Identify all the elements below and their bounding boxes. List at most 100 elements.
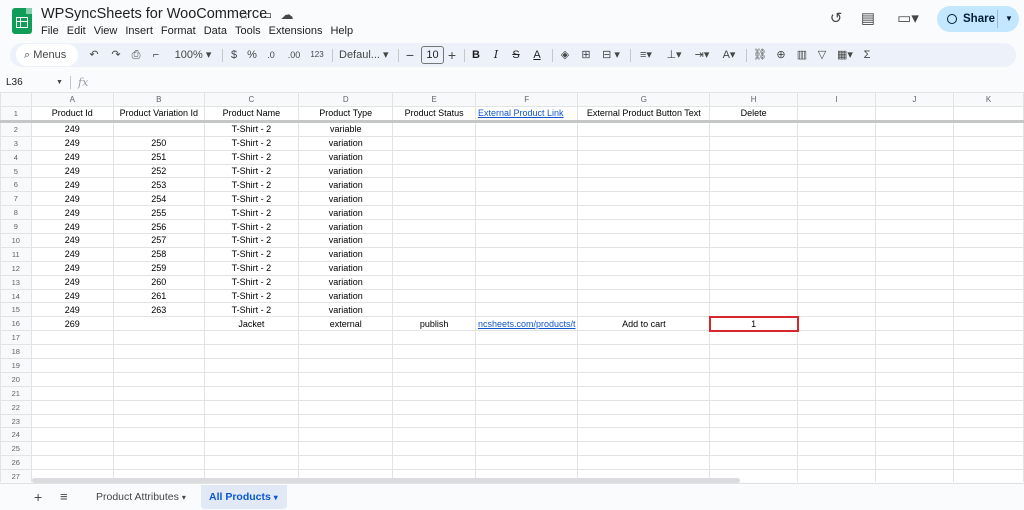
- cell-f1[interactable]: External Product Link: [474, 106, 579, 123]
- italic-icon[interactable]: I: [490, 43, 502, 67]
- cell-a13[interactable]: 249: [30, 274, 114, 290]
- cell-j11[interactable]: [874, 246, 955, 262]
- cell-k25[interactable]: [953, 441, 1024, 457]
- cell-i25[interactable]: [797, 441, 876, 457]
- cell-i15[interactable]: [797, 302, 876, 318]
- cell-f14[interactable]: [474, 288, 579, 304]
- cell-g18[interactable]: [577, 344, 711, 360]
- cell-f6[interactable]: [474, 177, 579, 193]
- cell-e3[interactable]: [392, 135, 476, 151]
- font-family-select[interactable]: Defaul... ▾: [339, 43, 393, 67]
- menu-help[interactable]: Help: [327, 24, 356, 38]
- cell-h5[interactable]: [709, 163, 799, 179]
- cell-d8[interactable]: variation: [298, 205, 394, 221]
- cell-f16[interactable]: ncsheets.com/products/t: [474, 316, 579, 332]
- cell-h21[interactable]: [709, 385, 799, 401]
- row-header[interactable]: 16: [0, 316, 32, 332]
- merge-cells-icon[interactable]: ⊟ ▾: [598, 43, 624, 67]
- cell-g12[interactable]: [577, 260, 711, 276]
- cell-k24[interactable]: [953, 427, 1024, 443]
- cell-e25[interactable]: [392, 441, 476, 457]
- row-header[interactable]: 3: [0, 135, 32, 151]
- cell-f20[interactable]: [474, 371, 579, 387]
- cell-d1[interactable]: Product Type: [298, 106, 394, 123]
- cell-g22[interactable]: [577, 399, 711, 415]
- cell-f10[interactable]: [474, 233, 579, 248]
- cell-d2[interactable]: variable: [298, 120, 394, 137]
- cell-e21[interactable]: [392, 385, 476, 401]
- zoom-select[interactable]: 100% ▾: [170, 43, 216, 67]
- cell-b12[interactable]: 259: [112, 260, 205, 276]
- cell-b7[interactable]: 254: [112, 191, 205, 207]
- cell-c9[interactable]: T-Shirt - 2: [203, 219, 300, 235]
- print-icon[interactable]: ⎙: [128, 43, 144, 67]
- cell-e7[interactable]: [392, 191, 476, 207]
- cell-k20[interactable]: [953, 371, 1024, 387]
- cell-h8[interactable]: [709, 205, 799, 221]
- horizontal-align-icon[interactable]: ≡▾: [634, 43, 658, 67]
- cell-e23[interactable]: [392, 413, 476, 429]
- font-size-input[interactable]: 10: [421, 46, 444, 64]
- row-header[interactable]: 22: [0, 399, 32, 415]
- cell-h22[interactable]: [709, 399, 799, 415]
- menu-insert[interactable]: Insert: [122, 24, 156, 38]
- cell-b13[interactable]: 260: [112, 274, 205, 290]
- cell-f25[interactable]: [474, 441, 579, 457]
- cell-e15[interactable]: [392, 302, 476, 318]
- cell-i23[interactable]: [797, 413, 876, 429]
- number-format-button[interactable]: 123: [308, 43, 326, 67]
- cell-f3[interactable]: [474, 135, 579, 151]
- cell-k12[interactable]: [953, 260, 1024, 276]
- row-header[interactable]: 25: [0, 441, 32, 457]
- cell-k22[interactable]: [953, 399, 1024, 415]
- cell-h19[interactable]: [709, 358, 799, 373]
- column-header-e[interactable]: E: [392, 92, 476, 107]
- cell-i10[interactable]: [797, 233, 876, 248]
- cell-b11[interactable]: 258: [112, 246, 205, 262]
- menu-file[interactable]: File: [38, 24, 62, 38]
- cell-k1[interactable]: [953, 106, 1024, 123]
- cell-i16[interactable]: [797, 316, 876, 332]
- cell-e5[interactable]: [392, 163, 476, 179]
- cell-b21[interactable]: [112, 385, 205, 401]
- cell-b1[interactable]: Product Variation Id: [112, 106, 205, 123]
- star-icon[interactable]: ☆: [237, 8, 251, 22]
- cell-c15[interactable]: T-Shirt - 2: [203, 302, 300, 318]
- cell-e17[interactable]: [392, 330, 476, 346]
- redo-icon[interactable]: ↷: [108, 43, 124, 67]
- cell-c12[interactable]: T-Shirt - 2: [203, 260, 300, 276]
- cell-g5[interactable]: [577, 163, 711, 179]
- cell-d15[interactable]: variation: [298, 302, 394, 318]
- cell-a6[interactable]: 249: [30, 177, 114, 193]
- cell-a24[interactable]: [30, 427, 114, 443]
- cell-f5[interactable]: [474, 163, 579, 179]
- name-box[interactable]: L36 ▼: [6, 76, 66, 90]
- cell-g10[interactable]: [577, 233, 711, 248]
- vertical-align-icon[interactable]: ⊥▾: [662, 43, 686, 67]
- cell-j15[interactable]: [874, 302, 955, 318]
- cell-d22[interactable]: [298, 399, 394, 415]
- cell-d11[interactable]: variation: [298, 246, 394, 262]
- cell-b6[interactable]: 253: [112, 177, 205, 193]
- cell-k3[interactable]: [953, 135, 1024, 151]
- all-sheets-icon[interactable]: ≡: [60, 489, 68, 504]
- cell-c8[interactable]: T-Shirt - 2: [203, 205, 300, 221]
- cell-a16[interactable]: 269: [30, 316, 114, 332]
- menu-edit[interactable]: Edit: [64, 24, 89, 38]
- cell-g20[interactable]: [577, 371, 711, 387]
- share-button[interactable]: Share ▼: [937, 6, 1019, 32]
- cell-h3[interactable]: [709, 135, 799, 151]
- menu-tools[interactable]: Tools: [232, 24, 264, 38]
- cell-j21[interactable]: [874, 385, 955, 401]
- cell-b18[interactable]: [112, 344, 205, 360]
- cell-i1[interactable]: [797, 106, 876, 123]
- cell-g3[interactable]: [577, 135, 711, 151]
- menu-format[interactable]: Format: [158, 24, 199, 38]
- cell-h24[interactable]: [709, 427, 799, 443]
- cell-a17[interactable]: [30, 330, 114, 346]
- insert-chart-icon[interactable]: ▥: [794, 43, 810, 67]
- cell-h9[interactable]: [709, 219, 799, 235]
- cell-i9[interactable]: [797, 219, 876, 235]
- cell-k7[interactable]: [953, 191, 1024, 207]
- strikethrough-icon[interactable]: S: [510, 43, 522, 67]
